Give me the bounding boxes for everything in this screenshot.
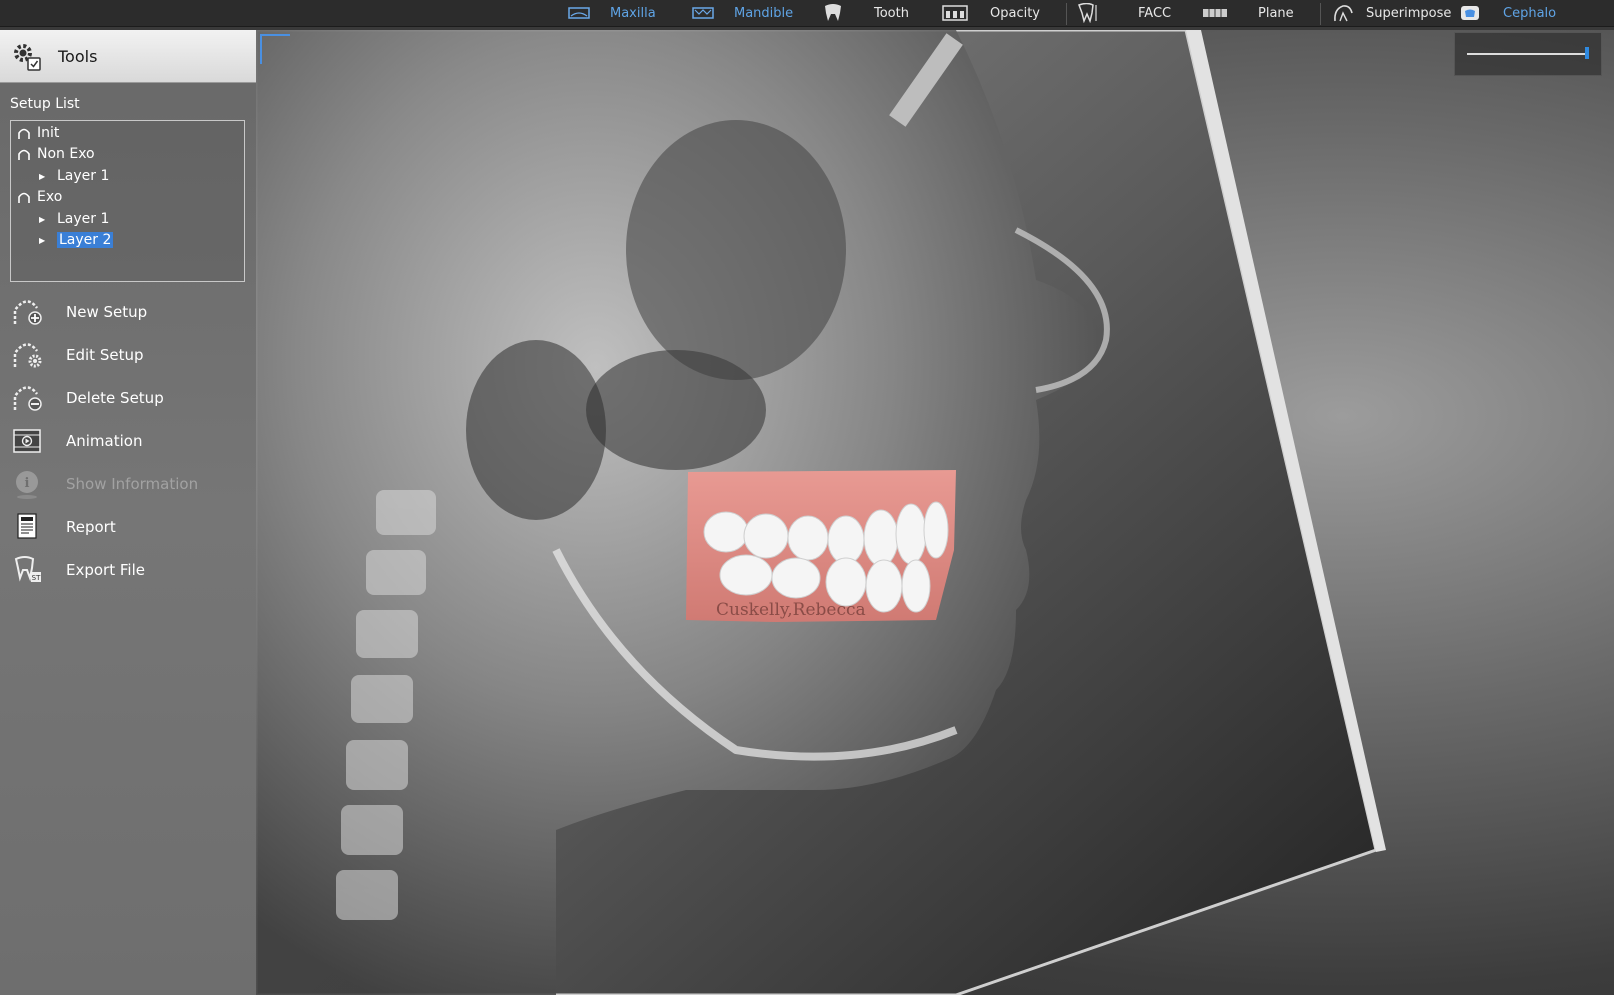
cephalo-icon — [1457, 3, 1483, 23]
animation-label: Animation — [66, 432, 143, 450]
setup-item-label: Non Exo — [37, 146, 95, 162]
3d-viewport[interactable]: Cuskelly,Rebecca — [256, 30, 1614, 995]
new-setup-icon — [10, 295, 44, 329]
report-icon — [10, 510, 44, 544]
info-icon: i — [10, 467, 44, 501]
cephalometric-xray-scene — [256, 30, 1386, 995]
tooth-icon — [820, 3, 846, 23]
toolbar-opacity-label: Opacity — [990, 5, 1041, 21]
gear-icon — [10, 40, 42, 72]
toolbar-tooth-button[interactable]: Tooth — [820, 0, 909, 26]
report-label: Report — [66, 518, 116, 536]
toolbar-plane-label: Plane — [1258, 5, 1294, 21]
show-information-label: Show Information — [66, 475, 199, 493]
export-file-button[interactable]: ST Export File — [10, 550, 250, 590]
viewport-corner-marker — [260, 34, 290, 64]
toolbar-mandible-button[interactable]: Mandible — [690, 0, 793, 26]
setup-item-init[interactable]: Init — [17, 123, 59, 143]
export-file-icon: ST — [10, 553, 44, 587]
toolbar-maxilla-label: Maxilla — [610, 5, 656, 21]
setup-item-non-exo-layer-1[interactable]: ▶ Layer 1 — [39, 166, 109, 186]
setup-item-label: Init — [37, 125, 60, 141]
toolbar-tooth-label: Tooth — [874, 5, 909, 21]
toolbar-mandible-label: Mandible — [734, 5, 794, 21]
export-file-label: Export File — [66, 561, 145, 579]
mandible-icon — [690, 3, 716, 23]
animation-icon — [10, 424, 44, 458]
setup-item-label: Exo — [37, 189, 63, 205]
arch-icon — [17, 147, 31, 161]
tools-panel: Tools Setup List Init Non Exo ▶ Layer 1 … — [0, 30, 256, 995]
setup-item-non-exo[interactable]: Non Exo — [17, 144, 95, 164]
opacity-icon — [942, 3, 968, 23]
edit-setup-label: Edit Setup — [66, 346, 144, 364]
arch-icon — [17, 190, 31, 204]
toolbar-cephalo-label: Cephalo — [1503, 5, 1557, 21]
toolbar-facc-label: FACC — [1138, 5, 1172, 21]
plane-icon — [1202, 3, 1228, 23]
setup-item-exo-layer-2[interactable]: ▶ Layer 2 — [39, 230, 114, 250]
delete-setup-icon — [10, 381, 44, 415]
setup-list-label: Setup List — [10, 96, 80, 112]
toolbar-facc-button[interactable]: FACC — [1074, 0, 1171, 26]
setup-item-label-selected: Layer 2 — [57, 232, 114, 248]
toolbar-cephalo-button[interactable]: Cephalo — [1457, 0, 1556, 26]
expand-triangle-icon: ▶ — [39, 214, 46, 224]
svg-text:i: i — [25, 476, 30, 491]
show-information-button[interactable]: i Show Information — [10, 464, 250, 504]
tools-title: Tools — [58, 46, 98, 66]
edit-setup-button[interactable]: Edit Setup — [10, 335, 250, 375]
model-engraved-label: Cuskelly,Rebecca — [716, 600, 866, 620]
superimpose-icon — [1330, 3, 1356, 23]
new-setup-button[interactable]: New Setup — [10, 292, 250, 332]
setup-item-label: Layer 1 — [57, 211, 110, 227]
slider-thumb[interactable] — [1585, 47, 1589, 59]
setup-list[interactable]: Init Non Exo ▶ Layer 1 Exo ▶ Layer 1 ▶ L… — [10, 120, 245, 282]
report-button[interactable]: Report — [10, 507, 250, 547]
toolbar-maxilla-button[interactable]: Maxilla — [566, 0, 656, 26]
animation-button[interactable]: Animation — [10, 421, 250, 461]
delete-setup-label: Delete Setup — [66, 389, 164, 407]
expand-triangle-icon: ▶ — [39, 171, 46, 181]
slider-track — [1467, 53, 1589, 55]
tools-header[interactable]: Tools — [0, 30, 256, 83]
expand-triangle-icon: ▶ — [39, 235, 46, 245]
toolbar-opacity-button[interactable]: Opacity — [942, 0, 1040, 26]
toolbar-separator — [1320, 3, 1321, 25]
top-toolbar: Maxilla Mandible Tooth Opacity FACC Plan… — [0, 0, 1614, 27]
opacity-slider[interactable] — [1454, 32, 1602, 76]
new-setup-label: New Setup — [66, 303, 148, 321]
toolbar-superimpose-button[interactable]: Superimpose — [1330, 0, 1451, 26]
toolbar-superimpose-label: Superimpose — [1366, 5, 1452, 21]
facc-icon — [1074, 3, 1100, 23]
toolbar-separator — [1066, 3, 1067, 25]
delete-setup-button[interactable]: Delete Setup — [10, 378, 250, 418]
maxilla-icon — [566, 3, 592, 23]
arch-icon — [17, 126, 31, 140]
setup-item-exo-layer-1[interactable]: ▶ Layer 1 — [39, 209, 109, 229]
svg-text:ST: ST — [32, 574, 41, 582]
edit-setup-icon — [10, 338, 44, 372]
setup-item-exo[interactable]: Exo — [17, 187, 62, 207]
toolbar-plane-button[interactable]: Plane — [1202, 0, 1294, 26]
setup-item-label: Layer 1 — [57, 168, 110, 184]
